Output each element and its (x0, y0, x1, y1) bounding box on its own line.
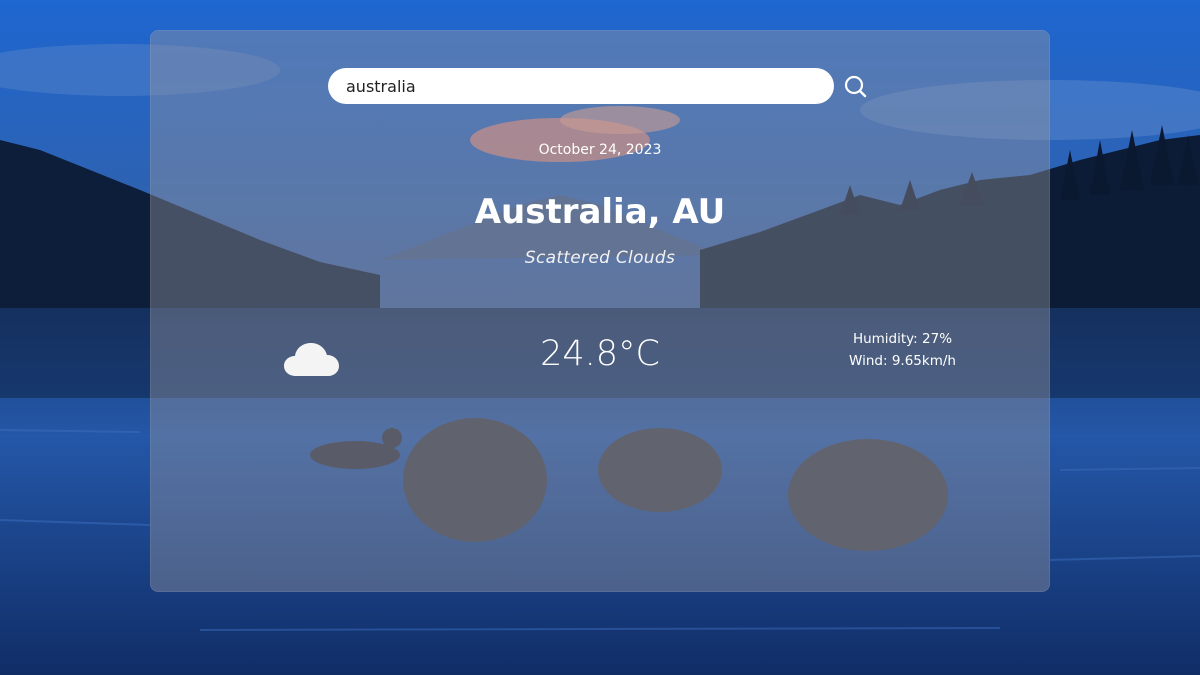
location-title: Australia, AU (474, 192, 726, 232)
wind-label: Wind: 9.65km/h (849, 353, 956, 369)
weather-condition: Scattered Clouds (524, 248, 676, 268)
weather-stats: Humidity: 27% Wind: 9.65km/h (830, 328, 975, 372)
date-label: October 24, 2023 (538, 142, 662, 158)
weather-card: October 24, 2023 Australia, AU Scattered… (150, 30, 1050, 592)
search-bar (328, 68, 873, 104)
search-icon (844, 75, 867, 98)
weather-icon-container (282, 338, 342, 380)
app-background: October 24, 2023 Australia, AU Scattered… (0, 0, 1200, 675)
search-button[interactable] (842, 73, 870, 101)
search-input[interactable] (328, 68, 834, 104)
cloud-icon (284, 343, 339, 376)
humidity-label: Humidity: 27% (852, 331, 953, 347)
temperature-value: 24.8°C (540, 334, 660, 374)
